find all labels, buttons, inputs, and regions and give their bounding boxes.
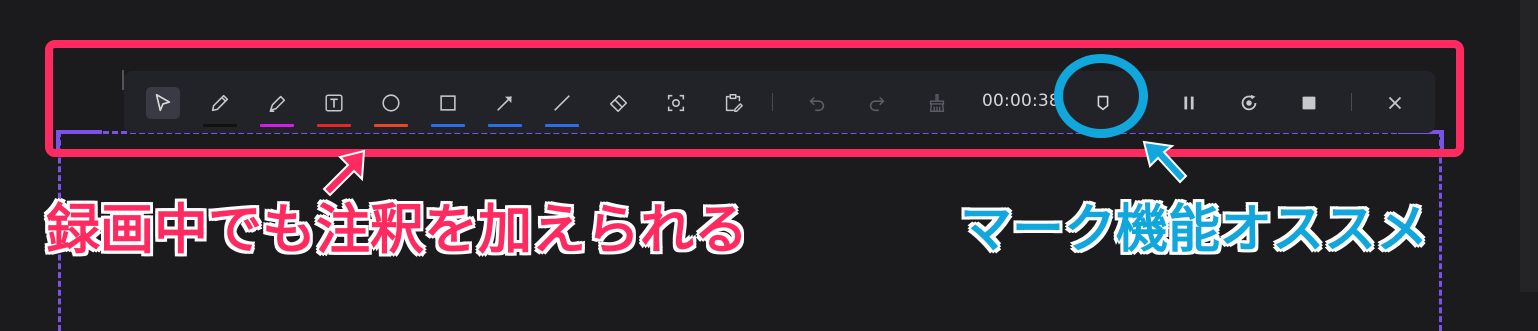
blue-arrow-annotation — [1142, 140, 1188, 184]
left-annotation-caption: 録画中でも注釈を加えられる — [46, 198, 748, 261]
pink-arrow-annotation — [322, 149, 366, 197]
window-edge — [1520, 0, 1538, 292]
right-annotation-caption: マーク機能オススメ — [960, 200, 1429, 260]
highlight-box-toolbar — [45, 40, 1464, 157]
highlight-circle-mark-button — [1054, 54, 1148, 138]
